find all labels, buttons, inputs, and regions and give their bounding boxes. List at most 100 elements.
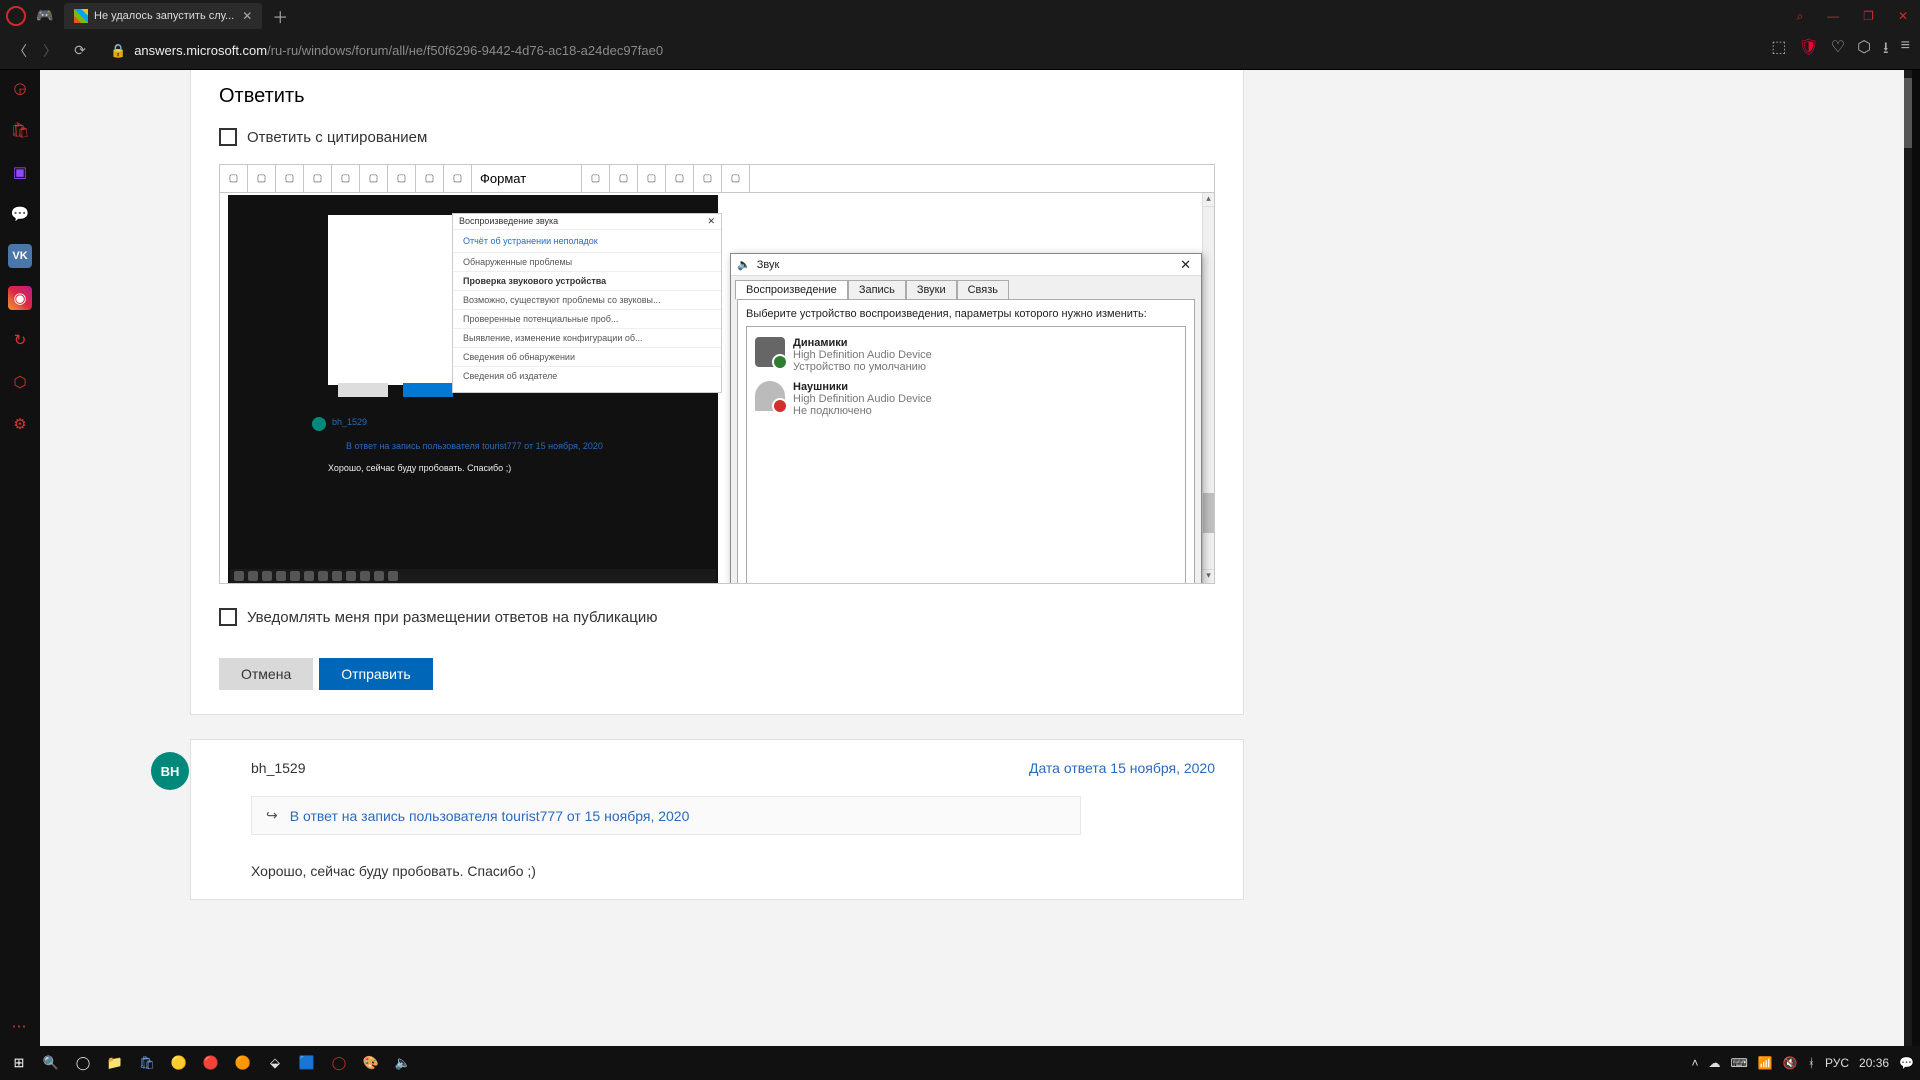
speaker-icon: 🔈 <box>737 258 751 271</box>
yandex-icon[interactable]: 🔴 <box>198 1050 224 1076</box>
sidebar-settings-icon[interactable]: ⚙ <box>8 412 32 436</box>
tray-chevron-icon[interactable]: ˄ <box>1692 1056 1699 1070</box>
tb-btn-14[interactable]: ▢ <box>694 165 722 193</box>
steam-icon[interactable]: ⬙ <box>262 1050 288 1076</box>
tray-notifications-icon[interactable]: 💬 <box>1899 1056 1914 1070</box>
tb-btn-8[interactable]: ▢ <box>416 165 444 193</box>
tray-network-icon[interactable]: 📶 <box>1758 1056 1773 1070</box>
active-tab[interactable]: Не удалось запустить слу... ✕ <box>64 3 262 29</box>
quote-checkbox[interactable] <box>219 128 237 146</box>
sidebar-history-icon[interactable]: ↻ <box>8 328 32 352</box>
tb-btn-6[interactable]: ▢ <box>360 165 388 193</box>
tb-btn-1[interactable]: ▢ <box>220 165 248 193</box>
tb-btn-10[interactable]: ▢ <box>582 165 610 193</box>
shot-username: bh_1529 <box>332 417 367 427</box>
store-icon[interactable]: 🛍 <box>134 1050 160 1076</box>
reply-cancel-button[interactable]: Отмена <box>219 658 313 690</box>
app-icon-2[interactable]: 🟦 <box>294 1050 320 1076</box>
quote-checkbox-row[interactable]: Ответить с цитированием <box>219 128 1215 146</box>
post-username[interactable]: bh_1529 <box>251 760 306 776</box>
sidebar-more-icon[interactable]: ⋯ <box>8 1014 32 1038</box>
tb-btn-3[interactable]: ▢ <box>276 165 304 193</box>
tb-format-dropdown[interactable]: Формат <box>472 165 582 193</box>
window-minimize-icon[interactable]: — <box>1821 7 1845 26</box>
scroll-thumb[interactable] <box>1904 78 1912 148</box>
post-in-reply-label: В ответ на запись пользователя tourist77… <box>290 808 690 824</box>
app-icon-1[interactable]: 🟠 <box>230 1050 256 1076</box>
shot-item: Сведения об издателе <box>453 366 721 385</box>
sidebar-twitch-icon[interactable]: ▣ <box>8 160 32 184</box>
window-close-icon[interactable]: ✕ <box>1892 7 1914 26</box>
cortana-icon[interactable]: ◯ <box>70 1050 96 1076</box>
taskbar-search-icon[interactable]: 🔍 <box>38 1050 64 1076</box>
notify-checkbox-row[interactable]: Уведомлять меня при размещении ответов н… <box>219 608 1215 626</box>
tab-sounds[interactable]: Звуки <box>906 280 957 299</box>
menu-icon[interactable]: ≡ <box>1901 37 1910 64</box>
app-icon-3[interactable]: 🎨 <box>358 1050 384 1076</box>
tray-language[interactable]: РУС <box>1825 1056 1849 1070</box>
volume-window-icon[interactable]: 🔈 <box>390 1050 416 1076</box>
editor-scroll-up-icon[interactable]: ▴ <box>1203 193 1214 207</box>
sidebar-vk-icon[interactable]: VK <box>8 244 32 268</box>
heart-icon[interactable]: ♡ <box>1831 37 1845 64</box>
sidebar-shopping-icon[interactable]: 🛍 <box>8 118 32 142</box>
reply-arrow-icon: ↪ <box>266 807 278 824</box>
tb-btn-2[interactable]: ▢ <box>248 165 276 193</box>
search-icon[interactable]: ⌕ <box>1790 7 1809 26</box>
avatar[interactable]: BH <box>151 752 189 790</box>
post-in-reply-link[interactable]: ↪ В ответ на запись пользователя tourist… <box>251 796 1081 835</box>
tray-clock[interactable]: 20:36 <box>1859 1057 1889 1069</box>
opera-icon[interactable] <box>6 6 26 26</box>
shot-reply-ref: В ответ на запись пользователя tourist77… <box>346 441 603 451</box>
explorer-icon[interactable]: 📁 <box>102 1050 128 1076</box>
tb-btn-9[interactable]: ▢ <box>444 165 472 193</box>
sidebar-chat-icon[interactable]: 💬 <box>8 202 32 226</box>
tab-playback[interactable]: Воспроизведение <box>735 280 848 299</box>
device-list[interactable]: Динамики High Definition Audio Device Ус… <box>746 326 1186 583</box>
tab-communications[interactable]: Связь <box>957 280 1009 299</box>
gx-icon[interactable]: 🎮 <box>36 7 54 25</box>
tray-onedrive-icon[interactable]: ☁ <box>1709 1056 1721 1070</box>
new-tab-button[interactable]: ＋ <box>272 4 288 28</box>
device-headphones[interactable]: Наушники High Definition Audio Device Не… <box>747 377 1185 421</box>
device-speakers[interactable]: Динамики High Definition Audio Device Ус… <box>747 333 1185 377</box>
page-scrollbar[interactable] <box>1904 70 1912 1046</box>
reload-button[interactable]: ⟳ <box>70 42 90 59</box>
notify-checkbox[interactable] <box>219 608 237 626</box>
tb-btn-11[interactable]: ▢ <box>610 165 638 193</box>
tb-btn-7[interactable]: ▢ <box>388 165 416 193</box>
reply-submit-button[interactable]: Отправить <box>319 658 432 690</box>
tb-btn-4[interactable]: ▢ <box>304 165 332 193</box>
editor-scroll-down-icon[interactable]: ▾ <box>1203 569 1214 583</box>
snapshot-icon[interactable]: ⬚ <box>1771 37 1786 64</box>
post-date[interactable]: Дата ответа 15 ноября, 2020 <box>1029 760 1215 776</box>
tb-btn-15[interactable]: ▢ <box>722 165 750 193</box>
url-field[interactable]: 🔒 answers.microsoft.com/ru-ru/windows/fo… <box>100 38 1761 64</box>
tb-btn-12[interactable]: ▢ <box>638 165 666 193</box>
download-icon[interactable]: ⭳ <box>1883 37 1889 64</box>
tray-keyboard-icon[interactable]: ⌨ <box>1731 1056 1748 1070</box>
tray-volume-icon[interactable]: 🔇 <box>1783 1056 1798 1070</box>
forward-button[interactable]: 〉 <box>40 41 60 61</box>
tb-btn-13[interactable]: ▢ <box>666 165 694 193</box>
window-restore-icon[interactable]: ❐ <box>1857 7 1880 26</box>
editor-body[interactable]: ▴ ▾ bh_1529 В ответ на запись пользовате… <box>220 193 1214 583</box>
editor-scrollbar[interactable]: ▴ ▾ <box>1202 193 1214 583</box>
shot-panel-close-icon: ✕ <box>707 216 715 227</box>
tab-recording[interactable]: Запись <box>848 280 906 299</box>
sidebar-clock-icon[interactable]: ◶ <box>8 76 32 100</box>
editor-scroll-thumb[interactable] <box>1203 493 1214 533</box>
start-button[interactable]: ⊞ <box>6 1050 32 1076</box>
dialog-titlebar[interactable]: 🔈 Звук ✕ <box>731 254 1201 276</box>
cube-icon[interactable]: ⬡ <box>1857 37 1871 64</box>
tray-bluetooth-icon[interactable]: ᚼ <box>1808 1056 1815 1070</box>
opera-taskbar-icon[interactable]: ◯ <box>326 1050 352 1076</box>
dialog-close-button[interactable]: ✕ <box>1176 257 1195 273</box>
back-button[interactable]: 〈 <box>10 41 30 61</box>
sidebar-instagram-icon[interactable]: ◉ <box>8 286 32 310</box>
adblock-icon[interactable]: 🛡 <box>1798 37 1818 64</box>
sidebar-extensions-icon[interactable]: ⬡ <box>8 370 32 394</box>
chrome-icon[interactable]: 🟡 <box>166 1050 192 1076</box>
tab-close-icon[interactable]: ✕ <box>242 9 252 23</box>
tb-btn-5[interactable]: ▢ <box>332 165 360 193</box>
